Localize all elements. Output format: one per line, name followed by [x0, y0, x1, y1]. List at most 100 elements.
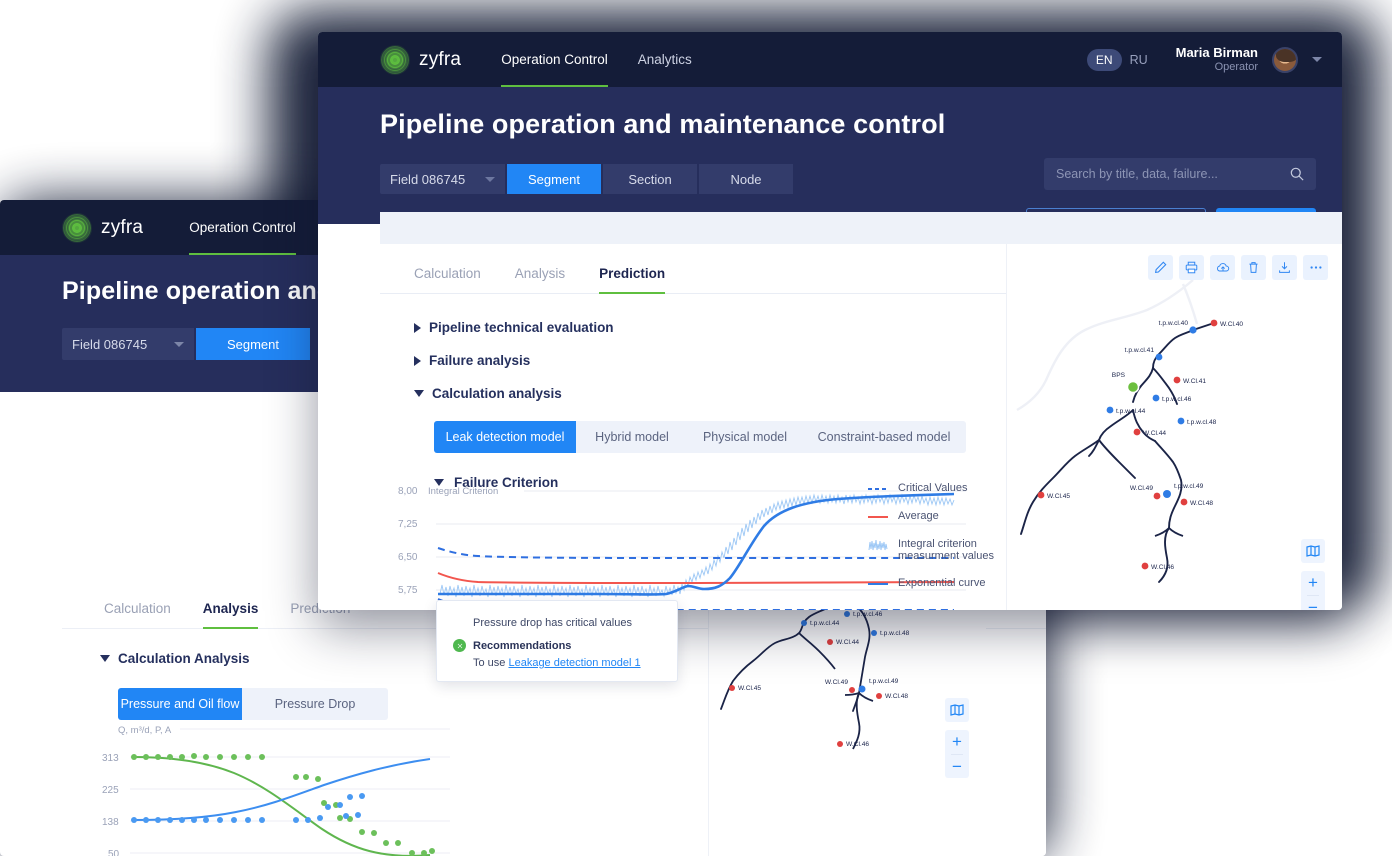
map-node-wcl44[interactable] [1133, 428, 1141, 436]
zoom-out-icon[interactable]: − [1308, 597, 1318, 611]
accordion-failure-analysis[interactable]: Failure analysis [414, 353, 1006, 368]
background-nav-label-1: Operation Control [189, 220, 296, 235]
main-title-band: Pipeline operation and maintenance contr… [318, 87, 1342, 240]
more-button[interactable] [1303, 255, 1328, 280]
background-pill-pressure-drop[interactable]: Pressure Drop [242, 688, 388, 720]
nav-item-operation-control[interactable]: Operation Control [501, 32, 608, 87]
map-layers-icon [950, 704, 964, 716]
popup-rec-link[interactable]: Leakage detection model 1 [508, 657, 640, 669]
popup-recommendations-title: Recommendations [473, 639, 572, 652]
search-input[interactable] [1056, 167, 1282, 181]
chevron-down-icon[interactable] [1312, 57, 1322, 62]
scope-button-section[interactable]: Section [603, 164, 697, 194]
chart2-ytick-225: 225 [102, 785, 119, 796]
search-icon[interactable] [1290, 167, 1304, 181]
chart1-ytick-725: 7,25 [398, 519, 418, 530]
map-node-tpw44[interactable] [1106, 406, 1114, 414]
background-nav-operation-control[interactable]: Operation Control [189, 200, 296, 255]
map-node-wcl48[interactable] [1180, 498, 1188, 506]
map-label-tpw46: t.p.w.cl.46 [853, 611, 883, 618]
background-field-select[interactable]: Field 086745 [62, 328, 194, 360]
background-logo[interactable]: zyfra [62, 212, 144, 243]
accordion-pipeline-technical-evaluation[interactable]: Pipeline technical evaluation [414, 320, 1006, 335]
background-pill-pressure-oil-flow[interactable]: Pressure and Oil flow [118, 688, 242, 720]
map-label-wcl46: W.Cl.46 [1151, 564, 1174, 571]
map-node-wcl41[interactable] [1173, 376, 1181, 384]
pipeline-map[interactable]: t.p.w.cl.40 W.Cl.40 t.p.w.cl.41 W.Cl.41 … [1007, 280, 1342, 610]
map-node-tpw40[interactable] [1189, 326, 1197, 334]
recommendation-popup[interactable]: Pressure drop has critical values Recomm… [436, 600, 678, 682]
brand-name: zyfra [101, 216, 144, 238]
print-button[interactable] [1179, 255, 1204, 280]
accordion-label-0: Pipeline technical evaluation [429, 320, 614, 335]
lang-current[interactable]: EN [1086, 48, 1122, 71]
upload-button[interactable] [1210, 255, 1235, 280]
nav-item-analytics[interactable]: Analytics [638, 32, 692, 87]
map-node-wcl45[interactable] [1037, 491, 1045, 499]
lang-other[interactable]: RU [1130, 53, 1148, 67]
scope-button-segment[interactable]: Segment [507, 164, 601, 194]
map-node-tpw49[interactable] [1163, 490, 1171, 498]
map-node-bps[interactable] [1126, 380, 1140, 394]
map-node-tpw46[interactable] [1152, 394, 1160, 402]
download-button[interactable] [1272, 255, 1297, 280]
tab-calculation[interactable]: Calculation [414, 266, 481, 293]
map-zoom-controls[interactable]: + − [1301, 571, 1325, 610]
map-node-wcl46[interactable] [1141, 562, 1149, 570]
zoom-in-icon[interactable]: + [1308, 572, 1318, 594]
main-window[interactable]: zyfra Operation Control Analytics EN RU … [318, 32, 1342, 610]
accordion-label-2: Calculation analysis [432, 386, 562, 401]
popup-recommendation-line: To use Leakage detection model 1 [473, 657, 663, 669]
page-title: Pipeline operation and maintenance contr… [380, 109, 946, 139]
map-node-tpw46 [844, 611, 850, 617]
chart2-ytick-313: 313 [102, 753, 119, 764]
search-box[interactable] [1044, 158, 1316, 190]
main-logo[interactable]: zyfra [380, 44, 462, 75]
map-label-tpw49: t.p.w.cl.49 [869, 678, 899, 685]
delete-button[interactable] [1241, 255, 1266, 280]
edit-button[interactable] [1148, 255, 1173, 280]
model-pill-label-0: Leak detection model [445, 430, 565, 444]
scope-label-node: Node [730, 171, 762, 187]
background-map-panel[interactable]: t.p.w.cl.46 t.p.w.cl.44 W.Cl.44 t.p.w.cl… [708, 575, 986, 856]
model-pill-label-3: Constraint-based model [817, 430, 951, 444]
brand-name-main: zyfra [419, 48, 462, 70]
scope-label-section: Section [628, 171, 672, 187]
background-map-layers-button[interactable] [945, 698, 969, 722]
scope-button-node[interactable]: Node [699, 164, 793, 194]
map-node-tpw41[interactable] [1155, 353, 1163, 361]
model-pill-hybrid[interactable]: Hybrid model [576, 421, 688, 453]
chart2-p-points [131, 753, 435, 856]
map-label-wcl44: W.Cl.44 [1143, 430, 1166, 437]
model-pill-leak-detection[interactable]: Leak detection model [434, 421, 576, 453]
user-info[interactable]: Maria Birman Operator [1176, 45, 1258, 75]
field-select[interactable]: Field 086745 [380, 164, 505, 194]
background-tab-calculation[interactable]: Calculation [104, 601, 171, 628]
tab-prediction[interactable]: Prediction [599, 266, 666, 294]
map-layers-button[interactable] [1301, 539, 1325, 563]
chart-legend: Critical Values Average Integral criteri… [868, 482, 1008, 590]
divider [1307, 594, 1319, 596]
map-panel[interactable]: t.p.w.cl.40 W.Cl.40 t.p.w.cl.41 W.Cl.41 … [1006, 244, 1342, 610]
map-node-wcl44 [827, 639, 833, 645]
background-map-zoom-controls[interactable]: + − [945, 730, 969, 778]
background-scope-segment[interactable]: Segment [196, 328, 310, 360]
chevron-down-icon [100, 655, 110, 662]
map-node-wcl48 [876, 693, 882, 699]
model-pill-physical[interactable]: Physical model [688, 421, 802, 453]
avatar[interactable] [1272, 46, 1298, 73]
map-label-wcl45: W.Cl.45 [1047, 493, 1070, 500]
background-tab-analysis[interactable]: Analysis [202, 601, 258, 629]
tab-analysis[interactable]: Analysis [515, 266, 565, 293]
zoom-out-icon[interactable]: − [952, 756, 962, 778]
accordion-calculation-analysis[interactable]: Calculation analysis [414, 386, 1006, 401]
zyfra-flower-logo-icon [62, 212, 92, 243]
map-node-wcl49[interactable] [1153, 492, 1161, 500]
chart2-ylabel: Q, m³/d, P, A [118, 725, 172, 736]
model-pill-constraint-based[interactable]: Constraint-based model [802, 421, 966, 453]
language-switcher[interactable]: EN RU [1086, 48, 1148, 71]
zoom-in-icon[interactable]: + [952, 731, 962, 753]
map-node-wcl40[interactable] [1210, 319, 1218, 327]
map-node-tpw48[interactable] [1177, 417, 1185, 425]
nav-label-operation-control: Operation Control [501, 52, 608, 67]
